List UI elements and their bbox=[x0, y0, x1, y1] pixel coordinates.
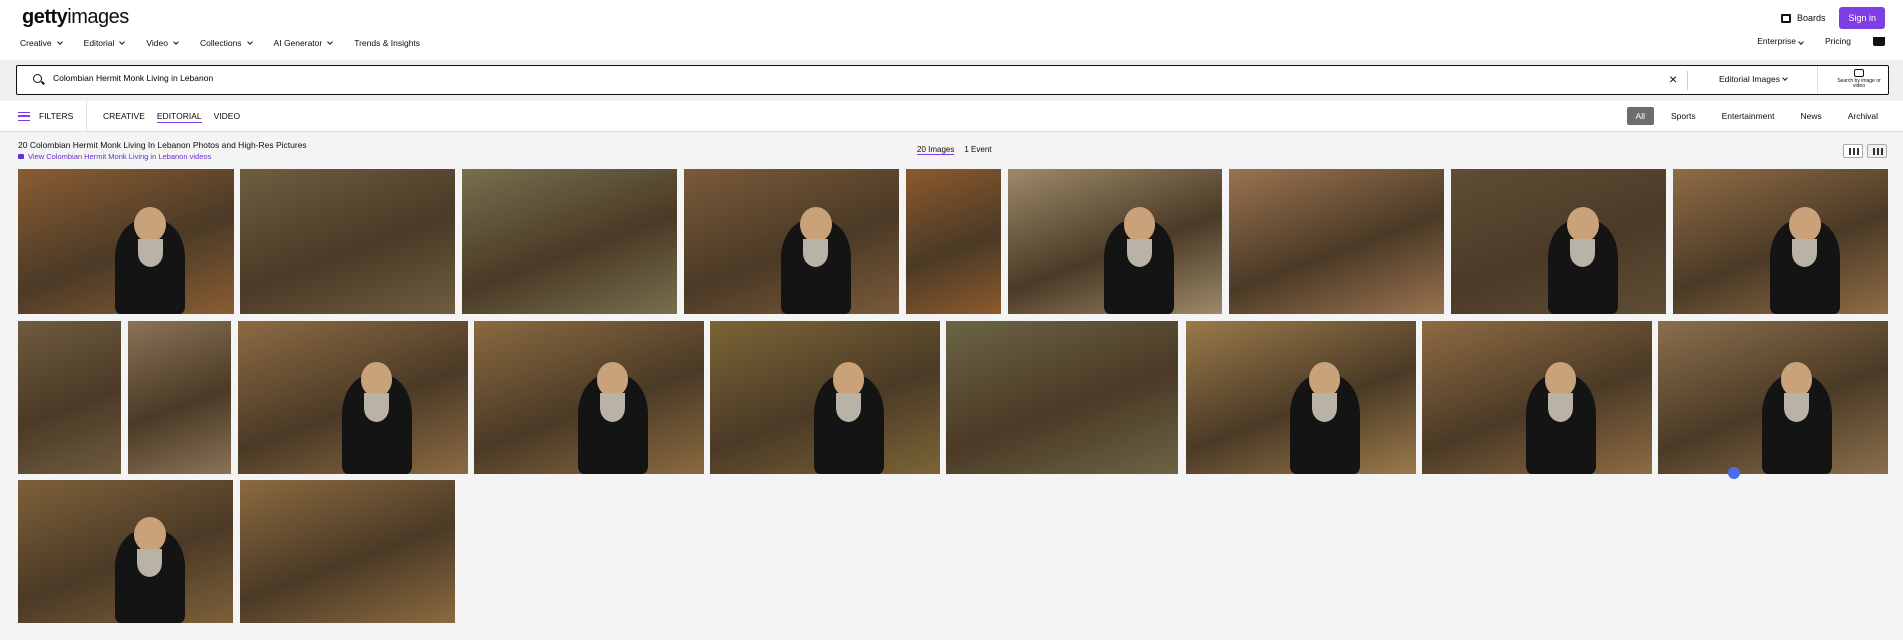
monk-face bbox=[800, 207, 832, 242]
video-results-link[interactable]: View Colombian Hermit Monk Living in Leb… bbox=[18, 152, 211, 161]
chevron-down-icon bbox=[246, 39, 253, 45]
nav-item-collections[interactable]: Collections bbox=[199, 38, 253, 48]
tab-video[interactable]: VIDEO bbox=[214, 111, 240, 123]
boards-icon bbox=[1780, 13, 1791, 23]
chevron-down-icon bbox=[119, 39, 126, 45]
tab-creative[interactable]: CREATIVE bbox=[103, 111, 145, 123]
gallery-image[interactable] bbox=[1451, 169, 1666, 314]
monk-face bbox=[596, 361, 629, 397]
grid-view-icon[interactable] bbox=[1843, 144, 1863, 158]
divider bbox=[1687, 71, 1688, 90]
gallery-image[interactable] bbox=[18, 321, 121, 474]
search-by-image-button[interactable]: Search by image or video bbox=[1835, 69, 1883, 89]
asset-tabs: CREATIVE EDITORIAL VIDEO bbox=[103, 111, 240, 123]
nav-item-video[interactable]: Video bbox=[146, 38, 179, 48]
audio-badge-icon[interactable] bbox=[1728, 467, 1740, 479]
gallery-image[interactable] bbox=[238, 321, 468, 474]
nav-item-trends-insights[interactable]: Trends & Insights bbox=[354, 38, 420, 48]
enterprise-menu[interactable]: Enterprise bbox=[1757, 36, 1804, 46]
mosaic-view-icon[interactable] bbox=[1867, 144, 1887, 158]
images-count-tab[interactable]: 20 Images bbox=[917, 145, 955, 155]
category-pill-all[interactable]: All bbox=[1626, 107, 1654, 125]
monk-face bbox=[1123, 207, 1156, 242]
main-nav: Creative Editorial Video Collections AI Gene… bbox=[20, 38, 420, 48]
gallery-image[interactable] bbox=[240, 480, 455, 623]
monk-face bbox=[832, 361, 865, 397]
monk-beard bbox=[1311, 393, 1338, 422]
results-title: 20 Colombian Hermit Monk Living In Leban… bbox=[18, 140, 307, 150]
gallery-image[interactable] bbox=[1186, 321, 1416, 474]
search-box: × Editorial Images Search by image or vi… bbox=[16, 65, 1889, 95]
gallery-image[interactable] bbox=[1008, 169, 1222, 314]
nav-item-editorial[interactable]: Editorial bbox=[83, 38, 126, 48]
monk-face bbox=[1780, 361, 1813, 397]
chevron-down-icon bbox=[1798, 39, 1804, 45]
chevron-down-icon bbox=[56, 39, 63, 45]
video-icon bbox=[18, 154, 24, 159]
cart-icon[interactable] bbox=[1873, 36, 1885, 46]
monk-face bbox=[1789, 207, 1821, 242]
monk-beard bbox=[835, 393, 862, 422]
category-pill-archival[interactable]: Archival bbox=[1839, 107, 1887, 125]
gallery-image[interactable] bbox=[462, 169, 677, 314]
gallery-image[interactable] bbox=[18, 480, 233, 623]
gallery-image[interactable] bbox=[1658, 321, 1888, 474]
tab-editorial[interactable]: EDITORIAL bbox=[156, 111, 202, 123]
chevron-down-icon bbox=[1782, 75, 1788, 81]
monk-beard bbox=[599, 393, 626, 422]
monk-face bbox=[1567, 207, 1599, 242]
search-icon[interactable] bbox=[33, 74, 42, 83]
nav-item-label: Editorial bbox=[83, 38, 115, 48]
divider bbox=[86, 101, 87, 132]
gallery-image[interactable] bbox=[240, 169, 455, 314]
monk-face bbox=[134, 207, 166, 242]
gallery-image[interactable] bbox=[1422, 321, 1652, 474]
gallery-image[interactable] bbox=[18, 169, 234, 314]
monk-beard bbox=[1126, 238, 1152, 267]
pricing-link[interactable]: Pricing bbox=[1825, 36, 1851, 46]
gallery-image[interactable] bbox=[1229, 169, 1444, 314]
boards-button[interactable]: Boards bbox=[1780, 13, 1825, 23]
gallery-image[interactable] bbox=[906, 169, 1001, 314]
gallery-image[interactable] bbox=[946, 321, 1178, 474]
gallery-image[interactable] bbox=[128, 321, 231, 474]
filter-bar: FILTERS CREATIVE EDITORIAL VIDEO All Sports… bbox=[0, 101, 1903, 132]
monk-beard bbox=[363, 393, 390, 422]
monk-face bbox=[1308, 361, 1341, 397]
monk-face bbox=[134, 517, 166, 553]
camera-icon bbox=[1854, 69, 1864, 77]
nav-item-creative[interactable]: Creative bbox=[20, 38, 63, 48]
gallery-image[interactable] bbox=[474, 321, 704, 474]
chevron-down-icon bbox=[327, 39, 334, 45]
nav-item-ai-generator[interactable]: AI Generator bbox=[273, 38, 334, 48]
category-pill-news[interactable]: News bbox=[1792, 107, 1831, 125]
monk-beard bbox=[137, 238, 163, 267]
monk-beard bbox=[1547, 393, 1574, 422]
monk-face bbox=[1544, 361, 1577, 397]
category-pills: All Sports Entertainment News Archival bbox=[1626, 107, 1887, 125]
gallery-image[interactable] bbox=[684, 169, 899, 314]
top-header: gettyimages Boards Sign in Creative Edito… bbox=[0, 0, 1903, 60]
category-pill-sports[interactable]: Sports bbox=[1662, 107, 1705, 125]
nav-item-label: Collections bbox=[199, 38, 242, 48]
monk-beard bbox=[1783, 393, 1810, 422]
events-count-tab[interactable]: 1 Event bbox=[964, 145, 991, 155]
signin-button[interactable]: Sign in bbox=[1839, 7, 1885, 29]
sliders-icon bbox=[18, 111, 30, 121]
nav-item-label: Creative bbox=[20, 38, 52, 48]
gallery-image[interactable] bbox=[1673, 169, 1888, 314]
divider bbox=[1817, 66, 1818, 93]
getty-logo[interactable]: gettyimages bbox=[22, 6, 129, 29]
filters-button[interactable]: FILTERS bbox=[18, 111, 73, 121]
monk-face bbox=[360, 361, 393, 397]
asset-type-select[interactable]: Editorial Images bbox=[1719, 74, 1788, 84]
nav-item-label: Video bbox=[146, 38, 168, 48]
category-pill-entertainment[interactable]: Entertainment bbox=[1713, 107, 1784, 125]
clear-search-icon[interactable]: × bbox=[1669, 71, 1677, 87]
chevron-down-icon bbox=[173, 39, 179, 45]
nav-item-label: AI Generator bbox=[273, 38, 323, 48]
search-input[interactable] bbox=[53, 73, 1353, 83]
gallery-image[interactable] bbox=[710, 321, 940, 474]
nav-item-label: Trends & Insights bbox=[354, 38, 421, 48]
